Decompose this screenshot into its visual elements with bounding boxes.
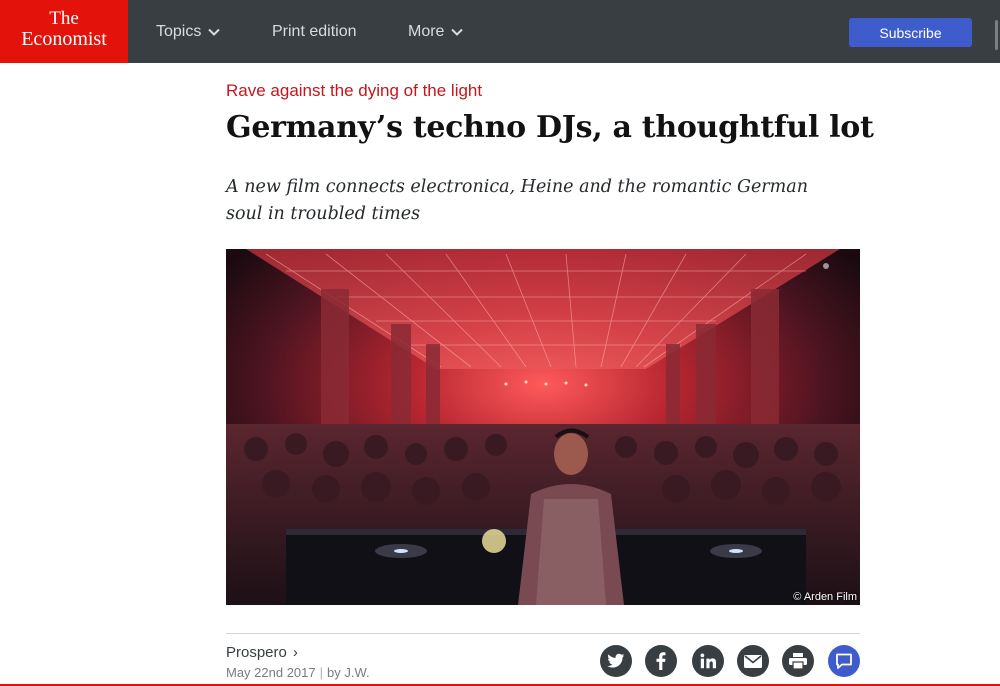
comment-icon[interactable]	[828, 645, 860, 677]
subscribe-button[interactable]: Subscribe	[849, 18, 972, 47]
economist-logo[interactable]: The Economist	[0, 0, 128, 63]
top-navigation-bar: The Economist Topics Print edition More …	[0, 0, 1000, 63]
twitter-icon[interactable]	[600, 645, 632, 677]
scrollbar[interactable]	[993, 0, 1000, 63]
chevron-down-icon	[208, 28, 221, 36]
topics-menu[interactable]: Topics	[156, 20, 221, 44]
linkedin-icon[interactable]	[692, 645, 724, 677]
print-edition-link[interactable]: Print edition	[272, 20, 357, 44]
separator: |	[319, 665, 324, 680]
rave-photo	[226, 249, 860, 605]
more-label: More	[408, 23, 445, 40]
article-flytitle: Rave against the dying of the light	[226, 81, 483, 100]
email-icon[interactable]	[737, 645, 769, 677]
image-credit: © Arden Film	[793, 591, 857, 603]
dateline: May 22nd 2017 | by J.W.	[226, 664, 370, 682]
section-label: Prospero	[226, 644, 287, 661]
byline: by J.W.	[327, 665, 370, 680]
divider	[226, 633, 860, 634]
more-menu[interactable]: More	[408, 20, 464, 44]
hero-image: © Arden Film	[226, 249, 860, 605]
print-edition-label: Print edition	[272, 23, 357, 40]
article-headline: Germany’s techno DJs, a thoughtful lot	[226, 110, 874, 145]
scrollbar-thumb[interactable]	[995, 20, 998, 50]
logo-line-2: Economist	[21, 28, 107, 50]
chevron-right-icon: ›	[292, 644, 298, 661]
facebook-icon[interactable]	[645, 645, 677, 677]
article-rubric: A new film connects electronica, Heine a…	[226, 177, 808, 224]
publish-date: May 22nd 2017	[226, 665, 316, 680]
topics-label: Topics	[156, 23, 202, 40]
logo-line-1: The	[49, 8, 79, 29]
chevron-down-icon	[451, 28, 464, 36]
section-link-prospero[interactable]: Prospero ›	[226, 643, 298, 663]
print-icon[interactable]	[782, 645, 814, 677]
